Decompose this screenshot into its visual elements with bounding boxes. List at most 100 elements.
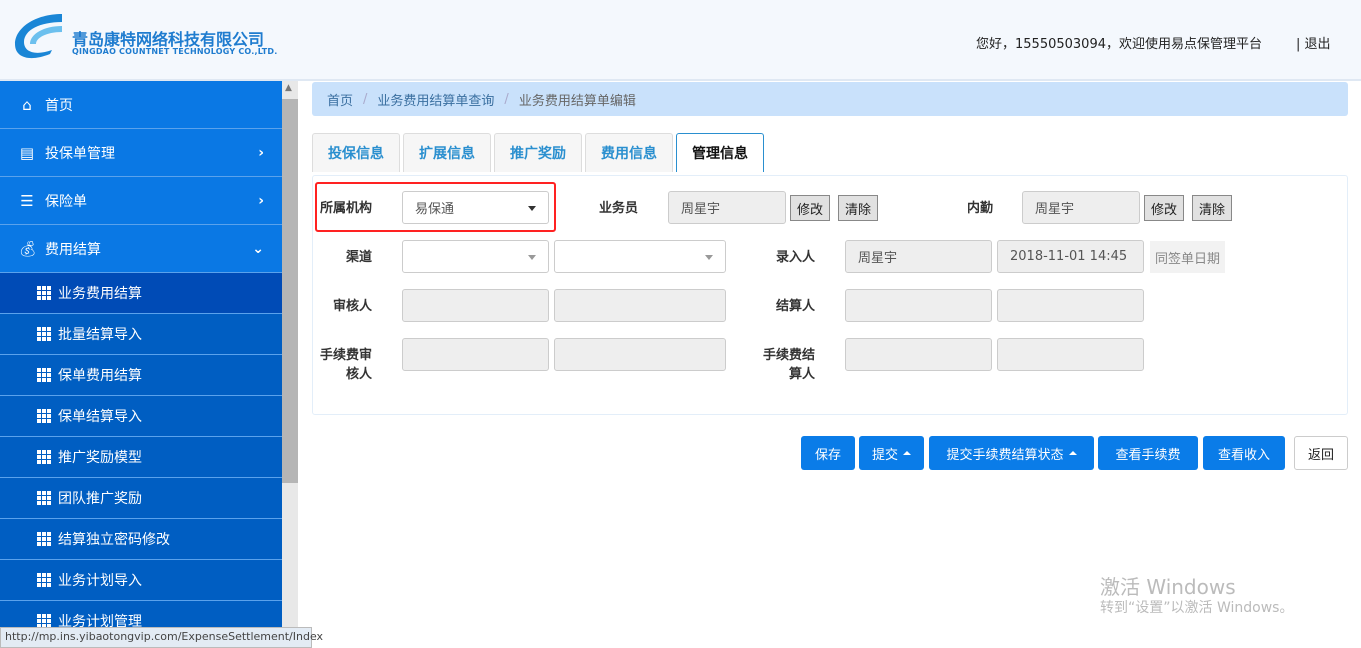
salesman-field[interactable]: 周星宇 xyxy=(668,191,786,224)
sidebar-subitem[interactable]: 业务费用结算 xyxy=(0,273,282,314)
caret-up-icon xyxy=(1068,451,1077,455)
grid-icon xyxy=(37,409,51,423)
org-select[interactable]: 易保通 xyxy=(402,191,549,224)
watermark-subtitle: 转到“设置”以激活 Windows。 xyxy=(1100,600,1294,616)
caret-down-icon xyxy=(528,255,536,260)
sidebar-subitem-label: 业务费用结算 xyxy=(58,286,142,302)
scroll-up-icon[interactable]: ▲ xyxy=(285,83,292,93)
tab-management-info[interactable]: 管理信息 xyxy=(676,133,764,172)
sidebar-subitem[interactable]: 保单结算导入 xyxy=(0,396,282,437)
internal-field[interactable]: 周星宇 xyxy=(1022,191,1140,224)
grid-icon xyxy=(37,491,51,505)
chevron-right-icon: › xyxy=(258,192,264,209)
settler-field-2[interactable] xyxy=(997,289,1144,322)
grid-icon xyxy=(37,450,51,464)
sidebar-subitem-label: 批量结算导入 xyxy=(58,327,142,343)
sidebar-subitem-label: 推广奖励模型 xyxy=(58,450,142,466)
internal-modify-button[interactable]: 修改 xyxy=(1144,195,1185,221)
salesman-modify-button[interactable]: 修改 xyxy=(790,195,831,221)
grid-icon xyxy=(37,532,51,546)
view-fee-button[interactable]: 查看手续费 xyxy=(1098,436,1198,470)
fee-reviewer-label: 手续费审核人 xyxy=(319,348,372,382)
same-date-button[interactable]: 同签单日期 xyxy=(1150,241,1226,273)
chevron-right-icon: › xyxy=(258,144,264,161)
sidebar-item-label: 首页 xyxy=(45,97,73,114)
sidebar-subitem[interactable]: 推广奖励模型 xyxy=(0,437,282,478)
settler-field-1[interactable] xyxy=(845,289,992,322)
reviewer-field-2[interactable] xyxy=(554,289,726,322)
reviewer-field-1[interactable] xyxy=(402,289,549,322)
fee-reviewer-field-2[interactable] xyxy=(554,338,726,371)
tab-insurance-info[interactable]: 投保信息 xyxy=(312,133,400,172)
tab-fee-info[interactable]: 费用信息 xyxy=(585,133,673,172)
sidebar-item-home[interactable]: ⌂ 首页 xyxy=(0,81,282,129)
back-button[interactable]: 返回 xyxy=(1294,436,1348,470)
sidebar-subitem[interactable]: 保单费用结算 xyxy=(0,355,282,396)
sidebar-subitem[interactable]: 批量结算导入 xyxy=(0,314,282,355)
entry-label: 录入人 xyxy=(775,250,815,265)
sidebar-item-application[interactable]: ▤ 投保单管理 › xyxy=(0,129,282,177)
scrollbar-thumb[interactable] xyxy=(282,99,298,483)
view-income-label: 查看收入 xyxy=(1217,447,1270,463)
entry-person-field[interactable]: 周星宇 xyxy=(845,240,992,273)
sidebar-subitem[interactable]: 业务计划导入 xyxy=(0,560,282,601)
list-icon: ☰ xyxy=(20,191,34,210)
submit-fee-status-label: 提交手续费结算状态 xyxy=(946,447,1064,463)
internal-label: 内勤 xyxy=(966,201,993,216)
submit-fee-status-button[interactable]: 提交手续费结算状态 xyxy=(929,436,1094,470)
settler-label: 结算人 xyxy=(775,299,815,314)
fee-settler-field-1[interactable] xyxy=(845,338,992,371)
tab-bar: 投保信息 扩展信息 推广奖励 费用信息 管理信息 xyxy=(312,133,767,172)
caret-up-icon xyxy=(903,451,911,455)
sidebar: ⌂ 首页 ▤ 投保单管理 › ☰ 保险单 › 💰︎ 费用结算 ⌄ 业务费用结算 批量结算导入 保单… xyxy=(0,81,282,648)
money-bag-icon: 💰︎ xyxy=(18,239,38,258)
channel-label: 渠道 xyxy=(345,250,372,265)
channel-select-2[interactable] xyxy=(554,240,726,273)
sidebar-item-label: 费用结算 xyxy=(45,241,101,258)
tab-promotion-reward[interactable]: 推广奖励 xyxy=(494,133,582,172)
sidebar-item-policy[interactable]: ☰ 保险单 › xyxy=(0,177,282,225)
grid-icon xyxy=(37,573,51,587)
fee-settler-field-2[interactable] xyxy=(997,338,1144,371)
sidebar-subitem-label: 团队推广奖励 xyxy=(58,491,142,507)
sidebar-subitem-label: 保单费用结算 xyxy=(58,368,142,384)
channel-select-1[interactable] xyxy=(402,240,549,273)
breadcrumb-query[interactable]: 业务费用结算单查询 xyxy=(377,90,494,109)
grid-icon xyxy=(37,327,51,341)
save-button[interactable]: 保存 xyxy=(801,436,855,470)
fee-settler-label: 手续费结算人 xyxy=(762,348,815,382)
company-name-en: QINGDAO COUNTNET TECHNOLOGY CO.,LTD. xyxy=(72,47,278,56)
breadcrumb-home[interactable]: 首页 xyxy=(327,90,353,109)
greeting-text: 您好，15550503094，欢迎使用易点保管理平台 xyxy=(976,37,1262,52)
internal-clear-button[interactable]: 清除 xyxy=(1192,195,1233,221)
sidebar-subitem[interactable]: 团队推广奖励 xyxy=(0,478,282,519)
sidebar-item-fee-settlement[interactable]: 💰︎ 费用结算 ⌄ xyxy=(0,225,282,273)
back-label: 返回 xyxy=(1307,447,1334,463)
grid-icon xyxy=(37,368,51,382)
tab-extended-info[interactable]: 扩展信息 xyxy=(403,133,491,172)
sidebar-scrollbar[interactable]: ▲ xyxy=(282,81,298,648)
grid-icon xyxy=(37,286,51,300)
org-value: 易保通 xyxy=(415,202,455,217)
reviewer-label: 审核人 xyxy=(332,299,372,314)
view-income-button[interactable]: 查看收入 xyxy=(1203,436,1285,470)
sidebar-subitem-label: 结算独立密码修改 xyxy=(58,532,170,548)
document-icon: ▤ xyxy=(19,143,35,162)
sidebar-subitem[interactable]: 结算独立密码修改 xyxy=(0,519,282,560)
breadcrumb: 首页 / 业务费用结算单查询 / 业务费用结算单编辑 xyxy=(312,82,1348,116)
logout-link[interactable]: | 退出 xyxy=(1296,33,1331,52)
salesman-clear-button[interactable]: 清除 xyxy=(838,195,879,221)
sidebar-subitem-label: 保单结算导入 xyxy=(58,409,142,425)
submit-label: 提交 xyxy=(871,447,898,463)
home-icon: ⌂ xyxy=(22,95,32,114)
fee-reviewer-field-1[interactable] xyxy=(402,338,549,371)
salesman-label: 业务员 xyxy=(598,201,638,216)
header: 青岛康特网络科技有限公司 QINGDAO COUNTNET TECHNOLOGY… xyxy=(0,0,1361,81)
entry-time-field[interactable]: 2018-11-01 14:45 xyxy=(997,240,1144,273)
submit-button[interactable]: 提交 xyxy=(859,436,924,470)
caret-down-icon xyxy=(705,255,713,260)
chevron-down-icon: ⌄ xyxy=(252,240,264,257)
save-label: 保存 xyxy=(814,447,841,463)
sidebar-subitem-label: 业务计划导入 xyxy=(58,573,142,589)
sidebar-item-label: 投保单管理 xyxy=(45,145,115,162)
